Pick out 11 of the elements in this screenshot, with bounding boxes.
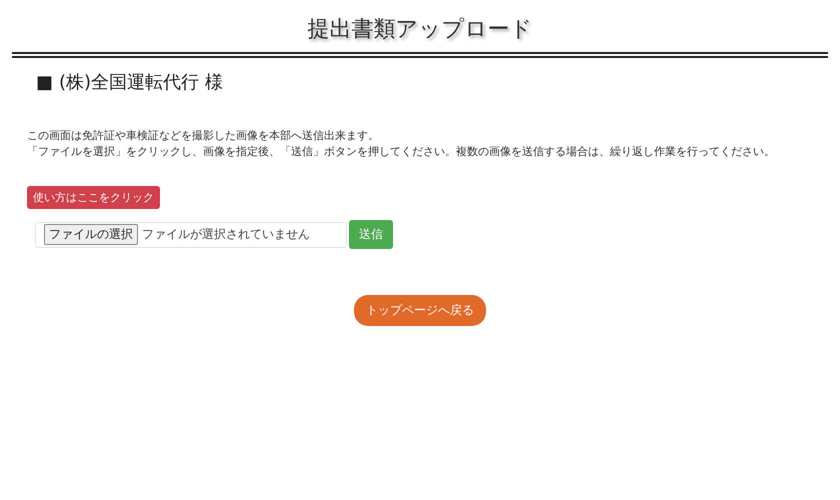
instruction-text: 「ファイルを選択」をクリックし、画像を指定後、「送信」ボタンを押してください。複数の画像を送信する場合は、繰り返し作業を行ってください。 <box>27 144 776 160</box>
file-status-text: ファイルが選択されていません <box>142 226 310 243</box>
square-marker: ■ <box>36 72 54 92</box>
submit-button[interactable]: 送信 <box>349 220 393 249</box>
back-button[interactable]: トップページへ戻る <box>354 295 486 326</box>
page-title: 提出書類アップロード <box>306 16 534 44</box>
help-button[interactable]: 使い方はここをクリック <box>27 186 160 209</box>
choose-file-button[interactable]: ファイルの選択 <box>44 224 138 245</box>
instruction-text: この画面は免許証や車検証などを撮影した画像を本部へ送信出来ます。 <box>27 128 380 144</box>
company-name: (株)全国運転代行 様 <box>59 71 223 94</box>
file-field[interactable]: ファイルの選択 ファイルが選択されていません <box>35 222 347 248</box>
